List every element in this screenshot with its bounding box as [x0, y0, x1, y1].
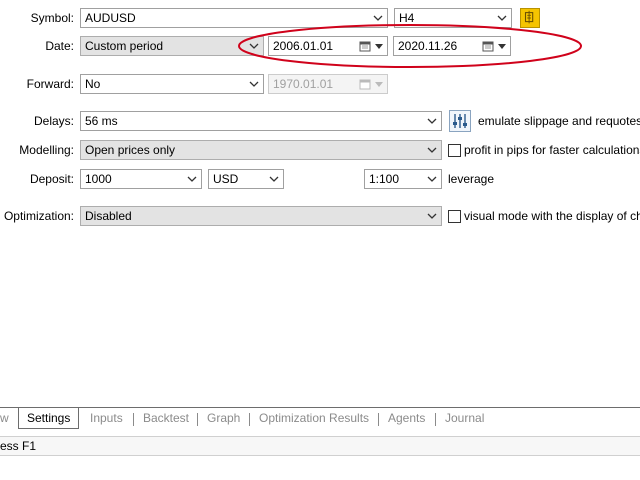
tester-tab-bar: w Settings Inputs Backtest Graph Optimiz… — [0, 407, 640, 429]
forward-date-value: 1970.01.01 — [273, 77, 334, 91]
chevron-down-icon — [373, 15, 383, 21]
forward-date-picker[interactable]: 1970.01.01 — [268, 74, 388, 94]
symbol-properties-button[interactable] — [520, 8, 540, 28]
deposit-amount-select[interactable]: 1000 — [80, 169, 202, 189]
tab-overview[interactable]: w — [0, 410, 9, 429]
symbol-value: AUDUSD — [85, 11, 136, 25]
calendar-icon — [359, 79, 371, 90]
deposit-currency-select[interactable]: USD — [208, 169, 284, 189]
tab-separator — [197, 413, 198, 426]
chevron-down-icon — [249, 43, 259, 49]
deposit-label: Deposit: — [29, 172, 74, 186]
date-mode-value: Custom period — [85, 39, 164, 53]
deposit-amount-value: 1000 — [85, 172, 112, 186]
tab-backtest[interactable]: Backtest — [143, 410, 189, 429]
sliders-icon — [453, 114, 467, 128]
date-label: Date: — [45, 39, 74, 53]
dropdown-arrow-icon — [375, 82, 383, 87]
modelling-value: Open prices only — [85, 143, 176, 157]
optimization-select[interactable]: Disabled — [80, 206, 442, 226]
forward-select[interactable]: No — [80, 74, 264, 94]
dropdown-arrow-icon — [375, 44, 383, 49]
modelling-select[interactable]: Open prices only — [80, 140, 442, 160]
forward-value: No — [85, 77, 101, 91]
dropdown-arrow-icon — [498, 44, 506, 49]
date-from-value: 2006.01.01 — [273, 39, 334, 53]
forward-label: Forward: — [26, 77, 74, 91]
profit-in-pips-label: profit in pips for faster calculations — [464, 143, 640, 157]
optimization-value: Disabled — [85, 209, 132, 223]
symbol-select[interactable]: AUDUSD — [80, 8, 388, 28]
delays-settings-button[interactable] — [449, 110, 471, 132]
calendar-icon — [482, 41, 494, 52]
tab-graph[interactable]: Graph — [207, 410, 240, 429]
tab-inputs[interactable]: Inputs — [90, 410, 123, 429]
calendar-icon — [359, 41, 371, 52]
symbol-label: Symbol: — [30, 11, 74, 25]
visual-mode-label: visual mode with the display of charts — [464, 209, 640, 223]
timeframe-value: H4 — [399, 11, 415, 25]
date-from-picker[interactable]: 2006.01.01 — [268, 36, 388, 56]
symbol-properties-icon — [524, 10, 534, 24]
chevron-down-icon — [427, 176, 437, 182]
deposit-currency-value: USD — [213, 172, 239, 186]
chevron-down-icon — [427, 147, 437, 153]
chevron-down-icon — [269, 176, 279, 182]
tab-separator — [249, 413, 250, 426]
tab-separator — [435, 413, 436, 426]
optimization-label: Optimization: — [3, 209, 74, 223]
date-to-value: 2020.11.26 — [398, 39, 458, 53]
timeframe-select[interactable]: H4 — [394, 8, 512, 28]
status-text: ess F1 — [0, 439, 37, 453]
chevron-down-icon — [187, 176, 197, 182]
leverage-select[interactable]: 1:100 — [364, 169, 442, 189]
chevron-down-icon — [427, 118, 437, 124]
leverage-label: leverage — [448, 172, 495, 186]
chevron-down-icon — [249, 81, 259, 87]
tab-settings[interactable]: Settings — [18, 408, 80, 429]
tab-optimization-results[interactable]: Optimization Results — [259, 410, 369, 429]
tab-separator — [133, 413, 134, 426]
date-mode-select[interactable]: Custom period — [80, 36, 264, 56]
modelling-label: Modelling: — [19, 143, 74, 157]
delays-select[interactable]: 56 ms — [80, 111, 442, 131]
tab-journal[interactable]: Journal — [445, 410, 484, 429]
delays-label: Delays: — [33, 114, 74, 128]
chevron-down-icon — [497, 15, 507, 21]
tab-separator — [378, 413, 379, 426]
delays-value: 56 ms — [85, 114, 118, 128]
leverage-value: 1:100 — [369, 172, 400, 186]
profit-in-pips-checkbox[interactable] — [448, 144, 461, 157]
date-to-picker[interactable]: 2020.11.26 — [393, 36, 511, 56]
chevron-down-icon — [427, 213, 437, 219]
status-bar: ess F1 — [0, 436, 640, 456]
visual-mode-checkbox[interactable] — [448, 210, 461, 223]
delays-note: emulate slippage and requotes dur — [478, 114, 640, 128]
tab-agents[interactable]: Agents — [388, 410, 425, 429]
